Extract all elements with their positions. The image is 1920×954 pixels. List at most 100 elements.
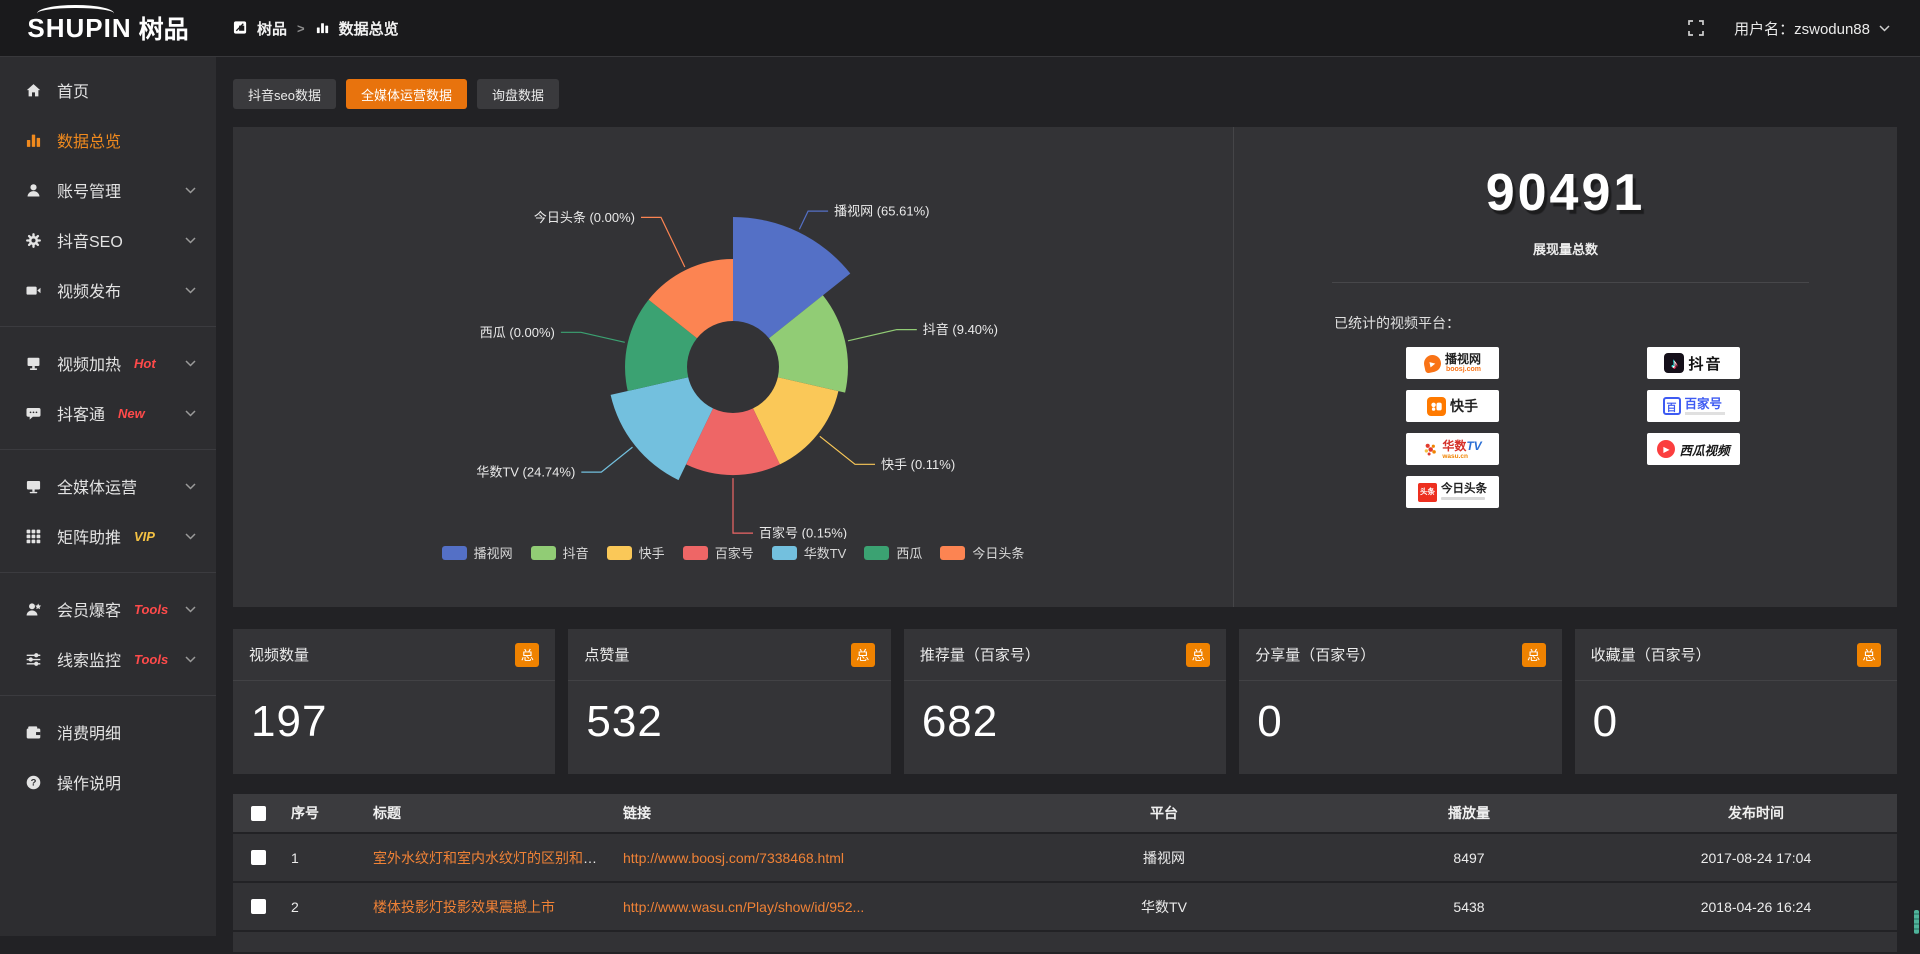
sidebar-item-consumption-detail[interactable]: 消费明细 <box>0 707 216 757</box>
tab-omni-media-data[interactable]: 全媒体运营数据 <box>346 79 467 109</box>
platforms-label: 已统计的视频平台： <box>1334 313 1897 333</box>
legend-label: 百家号 <box>715 543 754 562</box>
cell-link-link[interactable]: http://www.boosj.com/7338468.html <box>623 850 844 866</box>
stat-card-value: 197 <box>233 681 555 747</box>
breadcrumb-root[interactable]: 树品 <box>233 18 287 39</box>
legend-swatch <box>531 546 556 560</box>
sidebar-item-instructions[interactable]: ?操作说明 <box>0 757 216 807</box>
breadcrumb-current-label: 数据总览 <box>339 18 399 39</box>
total-badge: 总 <box>851 643 875 667</box>
sidebar-item-lead-monitor[interactable]: 线索监控Tools <box>0 634 216 684</box>
sidebar-item-account-management[interactable]: 账号管理 <box>0 165 216 215</box>
sidebar-item-badge: Hot <box>134 356 156 371</box>
cell-title-link[interactable]: 楼体投影灯投影效果震撼上市 <box>373 899 555 915</box>
pie-label: 西瓜 (0.00%) <box>480 325 555 340</box>
legend-item-toutiao[interactable]: 今日头条 <box>940 543 1024 562</box>
pie-label-line <box>799 211 828 229</box>
pie-label-line <box>733 478 753 533</box>
sidebar-divider <box>0 326 216 327</box>
stat-card-header: 推荐量（百家号）总 <box>904 629 1226 681</box>
tab-douyin-seo-data[interactable]: 抖音seo数据 <box>233 79 336 109</box>
total-badge: 总 <box>1522 643 1546 667</box>
chevron-down-icon <box>185 483 196 490</box>
sidebar-item-home[interactable]: 首页 <box>0 65 216 115</box>
legend-item-douyin[interactable]: 抖音 <box>531 543 589 562</box>
rose-pie-chart: 播视网 (65.61%)抖音 (9.40%)快手 (0.11%)百家号 (0.1… <box>233 127 1233 539</box>
legend-item-boosj[interactable]: 播视网 <box>442 543 513 562</box>
tv-icon <box>25 355 42 372</box>
tab-inquiry-data[interactable]: 询盘数据 <box>477 79 559 109</box>
stat-card-header: 分享量（百家号）总 <box>1239 629 1561 681</box>
legend-item-xigua[interactable]: 西瓜 <box>864 543 922 562</box>
cell-title-link[interactable]: 室外水纹灯和室内水纹灯的区别和简介 <box>373 850 611 866</box>
stat-card-value: 682 <box>904 681 1226 747</box>
summary-section: 90491 展现量总数 已统计的视频平台： ▶播视网boosj.com快手华数T… <box>1233 127 1897 607</box>
chevron-down-icon <box>185 606 196 613</box>
scrollbar-thumb[interactable] <box>1914 910 1919 934</box>
app-logo[interactable]: SHUPIN 树品 <box>0 10 216 46</box>
chevron-down-icon <box>185 287 196 294</box>
fullscreen-icon[interactable] <box>1688 20 1704 36</box>
stat-card-label: 视频数量 <box>249 644 309 665</box>
cell-link-link[interactable]: http://www.wasu.cn/Play/show/id/952... <box>623 899 864 915</box>
bar-chart-icon <box>315 20 332 37</box>
sidebar-item-omni-media[interactable]: 全媒体运营 <box>0 461 216 511</box>
sidebar-item-douketong[interactable]: 抖客通New <box>0 388 216 438</box>
platform-logo-douyin: ♪抖音 <box>1647 347 1740 379</box>
chevron-down-icon <box>185 656 196 663</box>
column-header: 平台 <box>1005 794 1323 832</box>
chevron-down-icon <box>185 360 196 367</box>
legend-item-wasu[interactable]: 华数TV <box>772 543 847 562</box>
pie-label: 华数TV (24.74%) <box>476 465 575 480</box>
platform-logo-wasu: 华数TVwasu.cn <box>1406 433 1499 465</box>
sidebar-item-label: 全媒体运营 <box>57 474 137 498</box>
sidebar-item-video-heating[interactable]: 视频加热Hot <box>0 338 216 388</box>
column-header: 序号 <box>281 794 363 832</box>
stat-card-value: 0 <box>1575 681 1897 747</box>
table-header-row: 序号标题链接平台播放量发布时间 <box>233 794 1897 832</box>
sidebar-item-member-baoke[interactable]: 会员爆客Tools <box>0 584 216 634</box>
topbar-right: 用户名：zswodun88 <box>1688 18 1920 39</box>
platform-logo-kuaishou: 快手 <box>1406 390 1499 422</box>
main-content: 抖音seo数据全媒体运营数据询盘数据 播视网 (65.61%)抖音 (9.40%… <box>216 57 1920 954</box>
select-all-checkbox[interactable] <box>251 806 266 821</box>
sidebar-item-douyin-seo[interactable]: 抖音SEO <box>0 215 216 265</box>
user-menu[interactable]: 用户名：zswodun88 <box>1734 18 1890 39</box>
column-header: 标题 <box>363 794 613 832</box>
sidebar-item-label: 消费明细 <box>57 720 121 744</box>
legend-swatch <box>442 546 467 560</box>
sidebar-item-video-publish[interactable]: 视频发布 <box>0 265 216 315</box>
sidebar-item-label: 首页 <box>57 78 89 102</box>
total-badge: 总 <box>515 643 539 667</box>
stat-card-header: 视频数量 总 <box>233 629 555 681</box>
platform-logo-baijiahao: 百百家号 <box>1647 390 1740 422</box>
home-icon <box>25 82 42 99</box>
legend-label: 抖音 <box>563 543 589 562</box>
stat-card-header: 收藏量（百家号）总 <box>1575 629 1897 681</box>
bar-chart-icon <box>25 132 42 149</box>
table-row-partial <box>233 932 1897 952</box>
legend-item-kuaishou[interactable]: 快手 <box>607 543 665 562</box>
checkbox-cell <box>233 883 281 930</box>
platform-logo-toutiao: 头条今日头条 <box>1406 476 1499 508</box>
sidebar-item-matrix-boost[interactable]: 矩阵助推VIP <box>0 511 216 561</box>
sidebar-item-data-overview[interactable]: 数据总览 <box>0 115 216 165</box>
row-checkbox[interactable] <box>251 899 266 914</box>
stat-card-recommend-count: 推荐量（百家号）总682 <box>904 629 1226 774</box>
pie-label-line <box>848 330 917 341</box>
divider <box>1332 282 1809 283</box>
video-table: 序号标题链接平台播放量发布时间 1室外水纹灯和室内水纹灯的区别和简介http:/… <box>233 792 1897 954</box>
breadcrumb: 树品 > 数据总览 <box>233 18 399 39</box>
chart-legend: 播视网 抖音快手 百家号华数TV 西瓜今日头条 <box>442 543 1025 562</box>
breadcrumb-separator: > <box>297 21 305 36</box>
row-checkbox[interactable] <box>251 850 266 865</box>
chevron-down-icon <box>185 237 196 244</box>
pie-label-line <box>561 332 625 342</box>
legend-item-baijiahao[interactable]: 百家号 <box>683 543 754 562</box>
table-row: 2楼体投影灯投影效果震撼上市http://www.wasu.cn/Play/sh… <box>233 883 1897 930</box>
sidebar-divider <box>0 449 216 450</box>
column-header: 链接 <box>613 794 1005 832</box>
cell-plays: 8497 <box>1323 834 1615 881</box>
stat-card-value: 0 <box>1239 681 1561 747</box>
total-impressions-label: 展现量总数 <box>1234 239 1897 258</box>
